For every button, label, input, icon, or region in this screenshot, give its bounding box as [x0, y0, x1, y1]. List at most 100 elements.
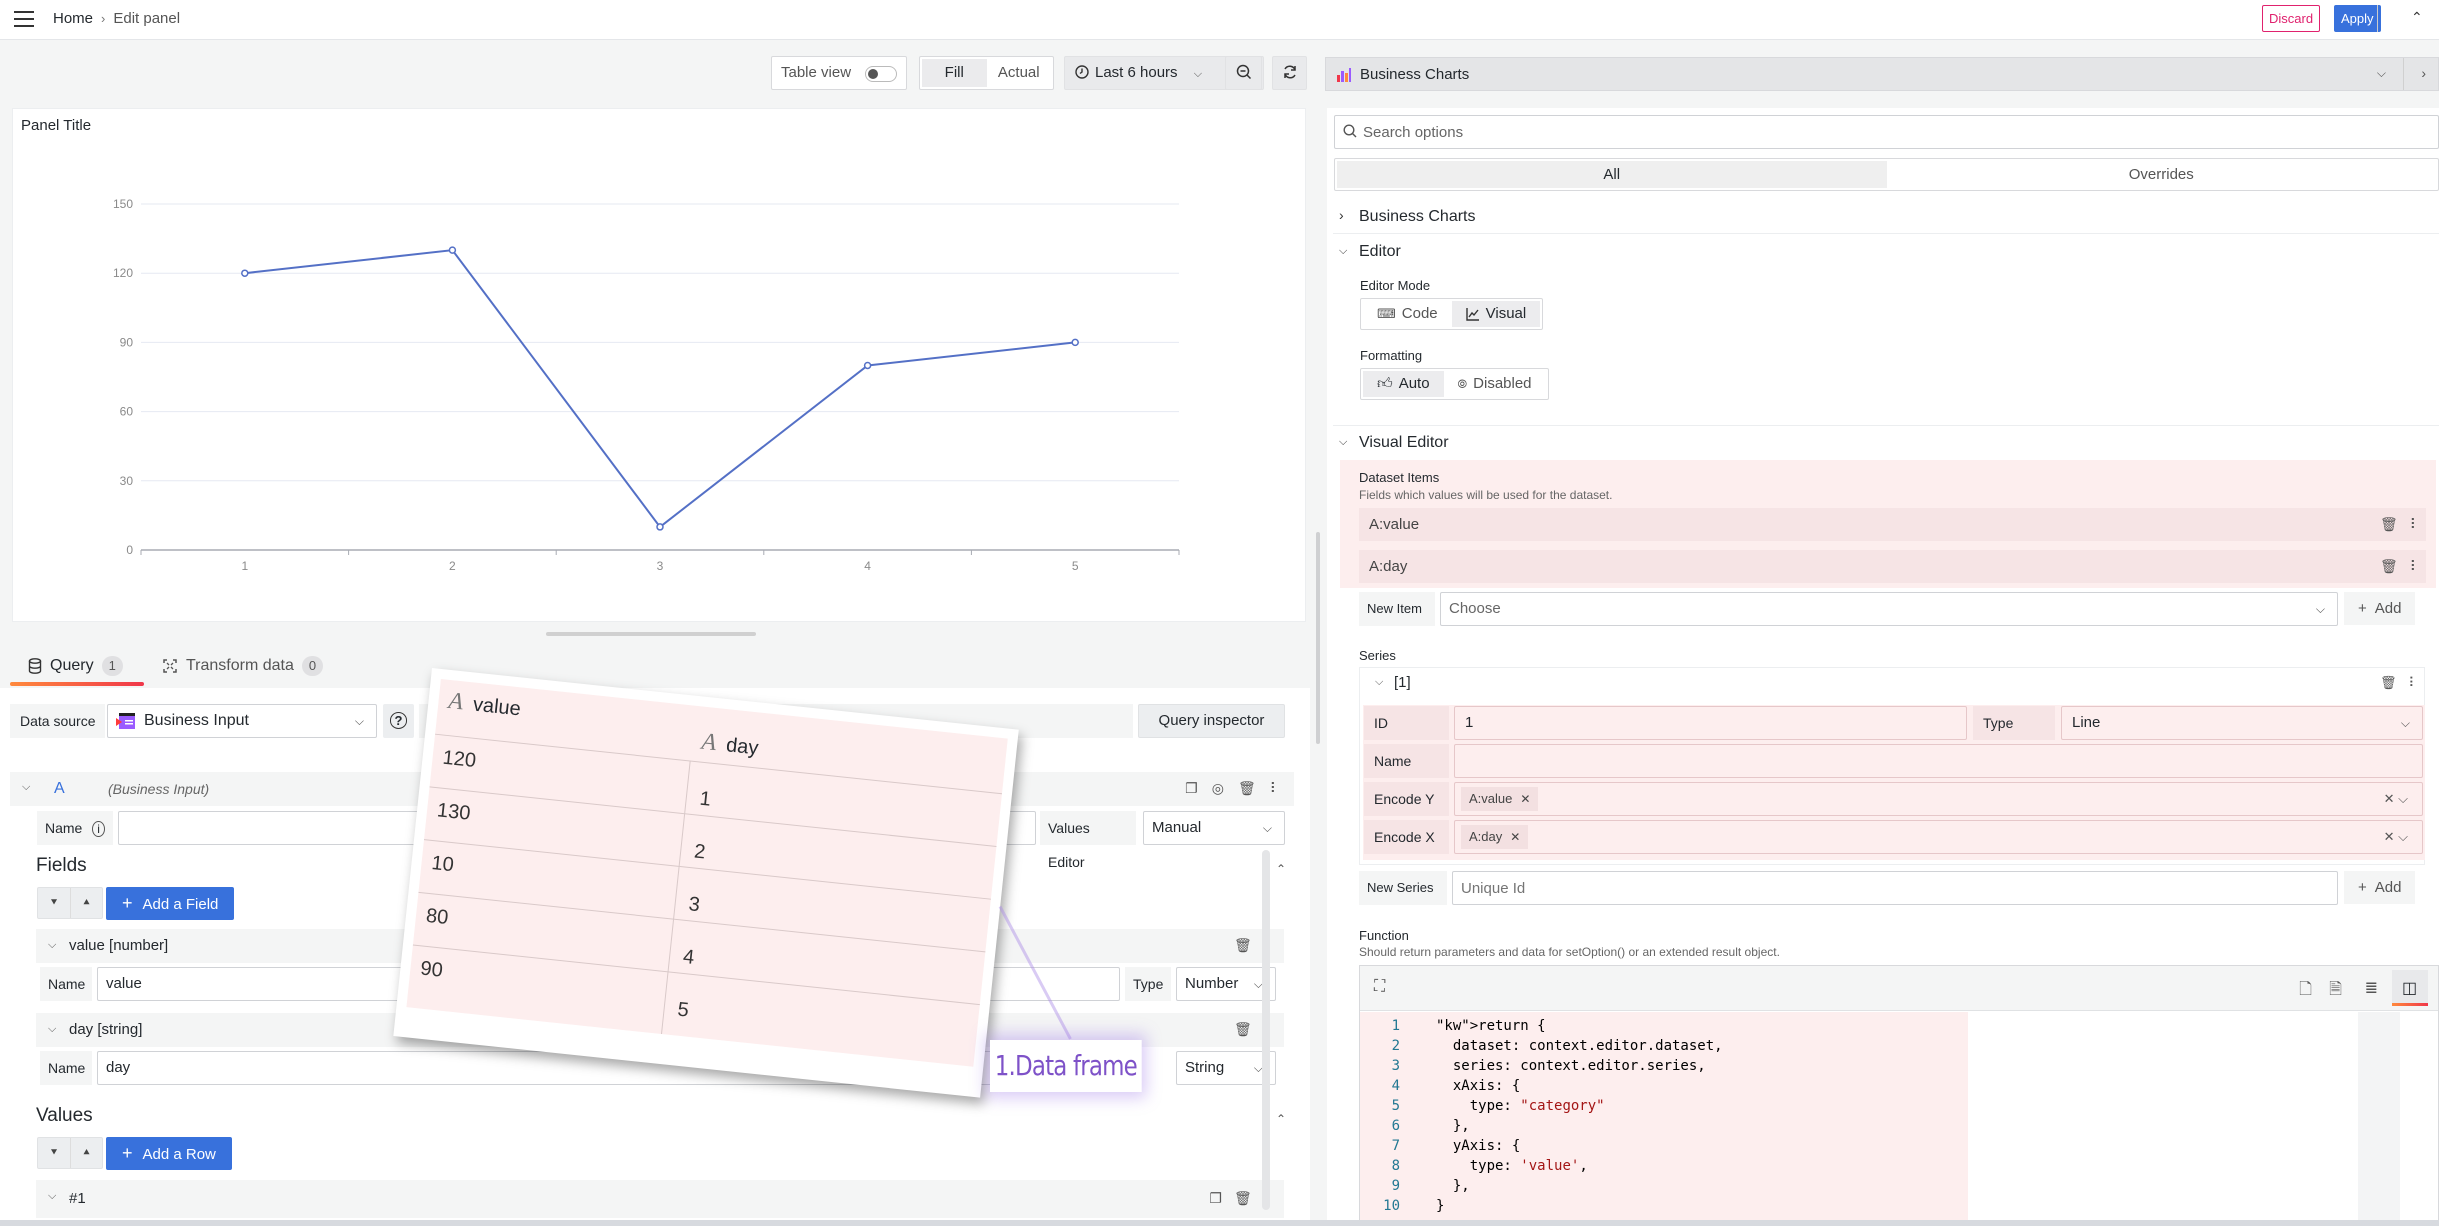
eye-icon[interactable]: ◎	[1212, 780, 1224, 797]
collapse-all-icon[interactable]: ⯅	[70, 1138, 102, 1168]
query-ref-id[interactable]: A	[54, 780, 65, 798]
field-type-select[interactable]: Number ⌵	[1176, 967, 1276, 1001]
formatting-group: 👍︎ Auto ⦾ Disabled	[1360, 368, 1549, 400]
encode-x-select[interactable]: A:day ✕ ✕ ⌵	[1454, 820, 2423, 854]
tab-query[interactable]: Query 1	[28, 656, 123, 676]
values-editor-select[interactable]: Manual ⌵	[1143, 811, 1285, 845]
duplicate-icon[interactable]: ❐	[1185, 780, 1198, 797]
section-business-charts[interactable]: › Business Charts	[1333, 200, 2439, 234]
series-id-input[interactable]: 1	[1454, 706, 1967, 740]
collapse-all-icon[interactable]: ⯅	[70, 888, 102, 918]
chevron-down-icon[interactable]: ⌵	[1375, 676, 1383, 689]
new-item-select[interactable]: Choose ⌵	[1440, 592, 2338, 626]
new-series-input[interactable]	[1452, 871, 2338, 905]
encode-y-select[interactable]: A:value ✕ ✕ ⌵	[1454, 782, 2423, 816]
expand-all-icon[interactable]: ⯆	[38, 1138, 70, 1168]
expand-all-icon[interactable]: ⯆	[38, 888, 70, 918]
editor-mode-visual[interactable]: Visual	[1451, 301, 1541, 327]
chevron-right-icon[interactable]: ›	[2421, 65, 2426, 81]
scrollbar[interactable]	[1262, 850, 1270, 1210]
breadcrumb-home[interactable]: Home	[53, 10, 93, 27]
trash-icon[interactable]: 🗑	[1234, 937, 1252, 954]
file-text-icon[interactable]: 🗎	[2329, 978, 2342, 1005]
remove-chip-icon[interactable]: ✕	[1510, 830, 1520, 844]
fullscreen-icon[interactable]: ⛶	[1374, 978, 1385, 996]
tab-all[interactable]: All	[1337, 161, 1887, 188]
drag-handle-icon[interactable]: ⠇	[2409, 675, 2419, 691]
discard-button[interactable]: Discard	[2262, 5, 2321, 32]
chevron-right-icon: ›	[1339, 207, 1344, 223]
query-inspector-button[interactable]: Query inspector	[1138, 704, 1285, 738]
code-minimap[interactable]	[2358, 1012, 2400, 1226]
formatting-label: Formatting	[1360, 348, 1423, 363]
code-line: 3 series: context.editor.series,	[1360, 1056, 1723, 1076]
file-icon[interactable]: 🗋	[2299, 978, 2312, 1005]
new-series-field[interactable]	[1453, 872, 2337, 904]
trash-icon[interactable]: 🗑	[2380, 558, 2398, 575]
trash-icon[interactable]: 🗑	[2380, 516, 2398, 533]
chevron-up-icon[interactable]: ⌃	[1276, 1112, 1286, 1126]
series-name-input[interactable]	[1454, 744, 2423, 778]
drag-handle-icon[interactable]: ⠇	[2410, 516, 2420, 533]
remove-chip-icon[interactable]: ✕	[1520, 792, 1530, 806]
minimap-toggle-button[interactable]: ◫	[2392, 970, 2428, 1006]
apply-button[interactable]: Apply	[2334, 5, 2381, 32]
help-button[interactable]: ?	[383, 704, 414, 738]
search-input[interactable]	[1363, 116, 2263, 148]
formatting-auto[interactable]: 👍︎ Auto	[1363, 371, 1444, 397]
datasource-select[interactable]: Business Input ⌵	[107, 704, 377, 738]
clear-chevron-icon[interactable]: ✕ ⌵	[2384, 783, 2408, 815]
drag-handle-icon[interactable]: ⠇	[2410, 558, 2420, 575]
series-type-value: Line	[2072, 714, 2101, 731]
actual-option[interactable]: Actual	[987, 59, 1052, 87]
cell-value: 80	[424, 904, 450, 930]
add-row-button[interactable]: + Add a Row	[106, 1137, 232, 1170]
chevron-down-icon: ⌵	[2376, 66, 2386, 80]
chevron-up-icon[interactable]: ⌃	[2411, 9, 2423, 26]
menu-icon[interactable]	[14, 11, 34, 27]
clear-chevron-icon[interactable]: ✕ ⌵	[2384, 821, 2408, 853]
section-editor[interactable]: ⌵ Editor	[1333, 235, 2439, 269]
visualization-picker[interactable]: Business Charts ⌵ ›	[1325, 57, 2439, 91]
code-content[interactable]: 1 "kw">return {2 dataset: context.editor.…	[1360, 1016, 1723, 1216]
table-view-toggle[interactable]: Table view	[771, 56, 907, 90]
chip-label: A:day	[1469, 829, 1503, 844]
column-divider	[661, 760, 691, 1035]
field-type-select[interactable]: String ⌵	[1176, 1051, 1276, 1085]
chevron-down-icon[interactable]: ⌵	[22, 781, 30, 794]
code-text: "kw">return {	[1436, 1018, 1546, 1034]
duplicate-icon[interactable]: ❐	[1209, 1190, 1222, 1207]
chevron-down-icon[interactable]: ⌵	[48, 939, 56, 952]
tab-overrides[interactable]: Overrides	[1887, 161, 2437, 188]
editor-mode-code[interactable]: ⌨ Code	[1363, 301, 1452, 327]
add-item-button[interactable]: + Add	[2344, 592, 2416, 625]
fill-option[interactable]: Fill	[922, 59, 987, 87]
tab-transform[interactable]: Transform data 0	[162, 656, 324, 676]
chevron-up-icon[interactable]: ⌃	[1276, 862, 1286, 876]
toggle-switch[interactable]	[865, 66, 897, 82]
refresh-button[interactable]	[1272, 56, 1307, 90]
query-source: (Business Input)	[108, 781, 210, 797]
trash-icon[interactable]: 🗑	[2380, 675, 2397, 691]
trash-icon[interactable]: 🗑	[1234, 1021, 1252, 1038]
formatting-disabled[interactable]: ⦾ Disabled	[1444, 371, 1546, 397]
datasource-value: Business Input	[144, 712, 249, 729]
search-options[interactable]	[1334, 115, 2439, 149]
resize-handle[interactable]	[546, 632, 756, 636]
series-type-select[interactable]: Line ⌵	[2061, 706, 2423, 740]
trash-icon[interactable]: 🗑	[1234, 1190, 1252, 1207]
add-series-button[interactable]: + Add	[2344, 871, 2416, 904]
chevron-down-icon[interactable]: ⌵	[48, 1023, 56, 1036]
zoom-out-button[interactable]	[1225, 56, 1262, 90]
chip-label: A:value	[1469, 791, 1513, 806]
word-wrap-icon[interactable]: ≣	[2365, 978, 2378, 998]
section-visual-editor[interactable]: ⌵ Visual Editor	[1333, 426, 2439, 460]
chevron-down-icon[interactable]: ⌵	[48, 1190, 56, 1203]
y-tick-label: 150	[113, 197, 133, 211]
trash-icon[interactable]: 🗑	[1238, 780, 1256, 797]
scrollbar[interactable]	[1316, 532, 1320, 744]
row-divider	[429, 786, 997, 847]
drag-handle-icon[interactable]: ⠇	[1270, 780, 1280, 797]
add-field-button[interactable]: + Add a Field	[106, 887, 235, 920]
code-editor[interactable]: ⛶ 🗋 🗎 ≣ ◫ 1 "kw">return {2 dataset: conte…	[1359, 965, 2439, 1226]
